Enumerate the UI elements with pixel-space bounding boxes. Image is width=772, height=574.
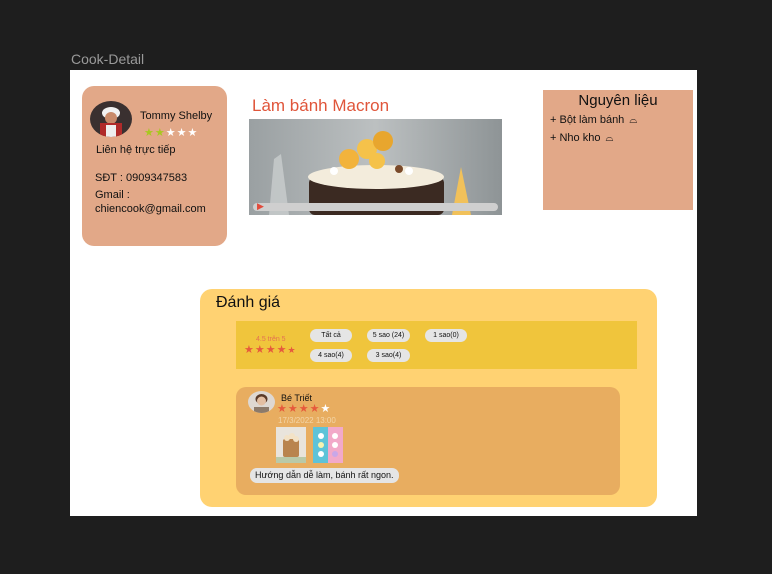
filter-chip-all[interactable]: Tất cả <box>310 329 352 342</box>
review-photo-cake[interactable] <box>276 427 306 463</box>
average-rating-stars: ★★★★★ <box>244 344 297 356</box>
play-icon[interactable]: ▶ <box>257 201 264 212</box>
contact-heading: Liên hệ trực tiếp <box>96 144 176 156</box>
review-card: Bé Triết ★★★★★ 17/3/2022 13:00 Hướng dẫn… <box>236 387 620 495</box>
recipe-video[interactable]: ▶ <box>249 119 502 215</box>
ingredients-panel: Nguyên liệu + Bột làm bánh ⌓ + Nho kho ⌓ <box>543 90 693 210</box>
reviews-section: Đánh giá 4.5 trên 5 ★★★★★ Tất cả 5 sao (… <box>200 289 657 507</box>
chef-gmail-label: Gmail : <box>95 189 130 201</box>
chef-gmail-value[interactable]: chiencook@gmail.com <box>95 203 206 215</box>
chef-avatar[interactable] <box>90 101 132 137</box>
bowl-icon: ⌓ <box>605 133 614 144</box>
filter-chip-1-star[interactable]: 1 sao(0) <box>425 329 467 342</box>
filter-chip-4-star[interactable]: 4 sao(4) <box>310 349 352 362</box>
ingredient-item: + Nho kho ⌓ <box>550 132 613 144</box>
chef-card: Tommy Shelby ★★★★★ Liên hệ trực tiếp SĐT… <box>82 86 227 246</box>
video-progress-bar[interactable]: ▶ <box>253 201 498 212</box>
chef-rating-stars: ★★★★★ <box>144 127 199 139</box>
filter-chip-5-star[interactable]: 5 sao (24) <box>367 329 410 342</box>
rating-summary-bar: 4.5 trên 5 ★★★★★ Tất cả 5 sao (24) 1 sao… <box>236 321 637 369</box>
review-comment: Hướng dẫn dễ làm, bánh rất ngon. <box>250 468 399 483</box>
reviewer-rating-stars: ★★★★★ <box>277 403 332 415</box>
ingredient-label: + Nho kho <box>550 132 601 144</box>
frame-title: Cook-Detail <box>71 51 145 67</box>
ingredient-label: + Bột làm bánh <box>550 114 625 126</box>
review-photo-macarons[interactable] <box>313 427 343 463</box>
chef-phone: SĐT : 0909347583 <box>95 172 188 184</box>
ingredients-title: Nguyên liệu <box>578 92 658 109</box>
cook-detail-frame: Tommy Shelby ★★★★★ Liên hệ trực tiếp SĐT… <box>70 70 697 516</box>
reviewer-avatar[interactable] <box>248 391 275 413</box>
chef-name: Tommy Shelby <box>140 110 213 122</box>
review-date: 17/3/2022 13:00 <box>278 416 336 425</box>
filter-chip-3-star[interactable]: 3 sao(4) <box>367 349 410 362</box>
ingredient-item: + Bột làm bánh ⌓ <box>550 114 637 126</box>
reviews-title: Đánh giá <box>216 294 281 311</box>
average-rating-text: 4.5 trên 5 <box>256 336 286 343</box>
recipe-title: Làm bánh Macron <box>252 96 390 115</box>
bowl-icon: ⌓ <box>629 115 638 126</box>
